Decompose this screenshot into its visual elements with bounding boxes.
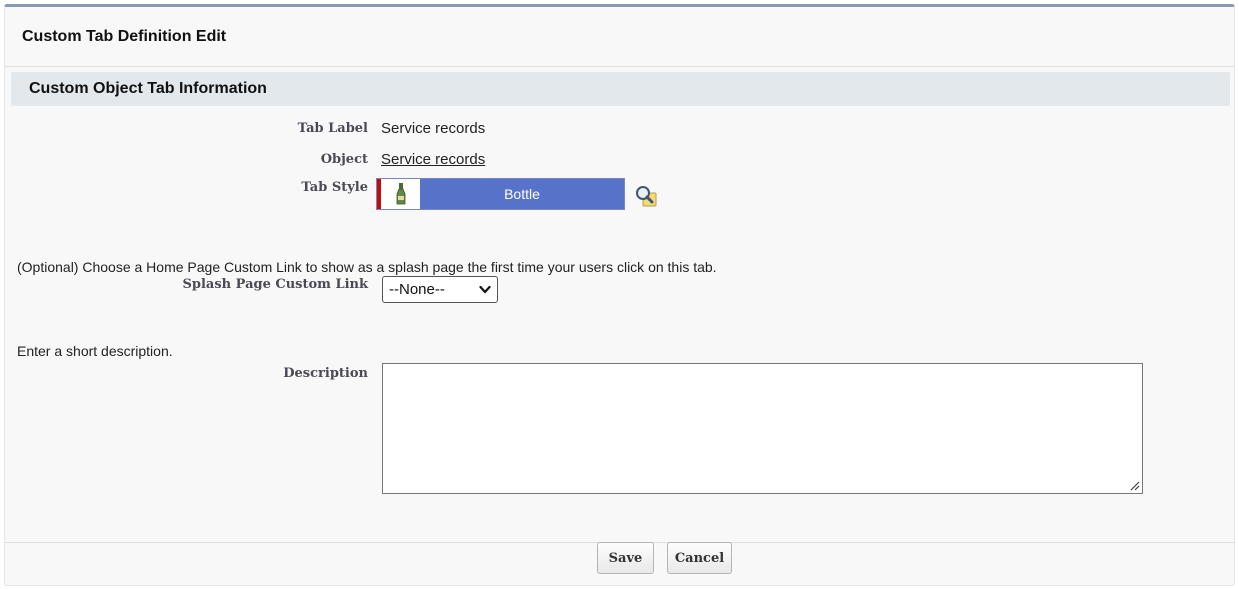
bottle-icon [396, 183, 405, 205]
tab-label-value: Service records [381, 120, 486, 137]
edit-panel: Custom Tab Definition Edit Custom Object… [4, 4, 1235, 586]
object-link[interactable]: Service records [381, 151, 485, 168]
magnifier-lookup-icon [636, 186, 657, 207]
tab-style-icon-box [381, 179, 420, 209]
section-title: Custom Object Tab Information [29, 80, 267, 97]
tab-style-label: Tab Style [301, 180, 368, 195]
description-hint: Enter a short description. [17, 343, 173, 359]
section-header: Custom Object Tab Information [11, 72, 1230, 106]
page-title: Custom Tab Definition Edit [22, 28, 227, 45]
description-label: Description [283, 366, 368, 381]
tab-style-name: Bottle [420, 179, 624, 209]
resize-grip-icon[interactable] [1129, 480, 1140, 491]
tab-label-label: Tab Label [297, 121, 368, 136]
splash-selected-value: --None-- [389, 281, 445, 298]
object-label: Object [320, 152, 368, 167]
tab-style-lookup-button[interactable] [634, 184, 660, 208]
description-textarea[interactable] [382, 363, 1143, 494]
splash-label: Splash Page Custom Link [182, 277, 369, 292]
chevron-down-icon [479, 285, 491, 294]
splash-hint: (Optional) Choose a Home Page Custom Lin… [17, 259, 717, 275]
page-header: Custom Tab Definition Edit [5, 7, 1234, 67]
cancel-button[interactable]: Cancel [667, 542, 732, 574]
save-button[interactable]: Save [597, 542, 654, 574]
splash-custom-link-select[interactable]: --None-- [382, 276, 498, 303]
tab-style-swatch: Bottle [376, 178, 625, 210]
